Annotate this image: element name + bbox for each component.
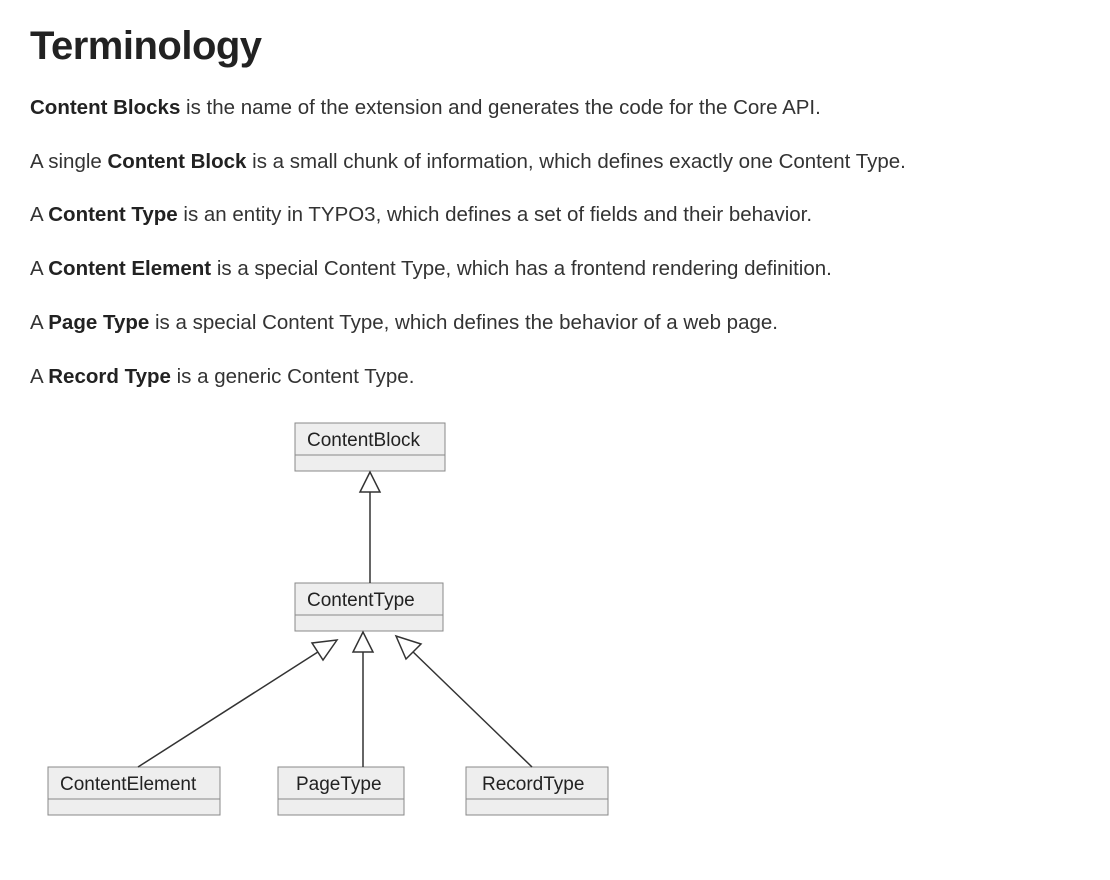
uml-diagram: ContentBlock ContentType ContentElement … [30, 415, 1080, 835]
text: A [30, 311, 48, 334]
definition-record-type: A Record Type is a generic Content Type. [30, 362, 1080, 392]
page-title: Terminology [30, 24, 1080, 69]
term-content-type: Content Type [48, 203, 177, 226]
uml-label-content-type: ContentType [307, 590, 415, 611]
definition-content-type: A Content Type is an entity in TYPO3, wh… [30, 200, 1080, 230]
uml-arrow-contentelement-contenttype [138, 640, 337, 767]
term-page-type: Page Type [48, 311, 149, 334]
text: is a special Content Type, which defines… [149, 311, 778, 334]
uml-node-content-block: ContentBlock [295, 423, 445, 471]
uml-node-content-element: ContentElement [48, 767, 220, 815]
term-content-element: Content Element [48, 257, 211, 280]
uml-label-record-type: RecordType [482, 774, 584, 795]
text: is a small chunk of information, which d… [246, 150, 905, 173]
definition-page-type: A Page Type is a special Content Type, w… [30, 308, 1080, 338]
term-record-type: Record Type [48, 365, 171, 388]
text: is a special Content Type, which has a f… [211, 257, 832, 280]
text: is the name of the extension and generat… [180, 96, 820, 119]
text: A single [30, 150, 108, 173]
uml-svg: ContentBlock ContentType ContentElement … [30, 415, 670, 835]
term-content-blocks: Content Blocks [30, 96, 180, 119]
uml-node-record-type: RecordType [466, 767, 608, 815]
uml-arrow-contenttype-contentblock [360, 472, 380, 583]
definition-content-blocks: Content Blocks is the name of the extens… [30, 93, 1080, 123]
uml-arrow-recordtype-contenttype [396, 636, 532, 767]
text: A [30, 203, 48, 226]
term-content-block: Content Block [108, 150, 247, 173]
uml-node-content-type: ContentType [295, 583, 443, 631]
text: A [30, 365, 48, 388]
text: is a generic Content Type. [171, 365, 415, 388]
text: is an entity in TYPO3, which defines a s… [178, 203, 812, 226]
text: A [30, 257, 48, 280]
definition-content-block: A single Content Block is a small chunk … [30, 147, 1080, 177]
definition-content-element: A Content Element is a special Content T… [30, 254, 1080, 284]
uml-node-page-type: PageType [278, 767, 404, 815]
uml-label-page-type: PageType [296, 774, 382, 795]
uml-label-content-element: ContentElement [60, 774, 197, 795]
uml-label-content-block: ContentBlock [307, 430, 421, 451]
uml-arrow-pagetype-contenttype [353, 632, 373, 767]
